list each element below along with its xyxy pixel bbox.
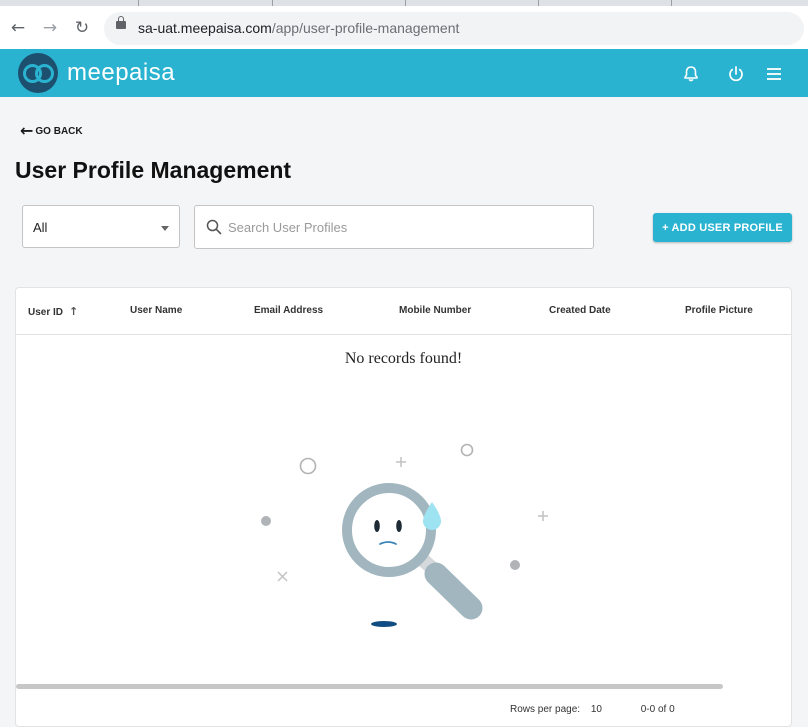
search-input[interactable] [228, 218, 578, 236]
go-back-link[interactable]: ← GO BACK [20, 121, 83, 140]
bell-icon[interactable] [681, 64, 701, 84]
table-header-row: User ID ↑ User Name Email Address Mobile … [16, 288, 791, 335]
arrow-left-icon: ← [20, 121, 34, 140]
caret-down-icon [161, 226, 169, 231]
empty-message: No records found! [344, 350, 463, 367]
rows-per-page-label: Rows per page: [510, 704, 581, 715]
search-box[interactable] [194, 205, 594, 249]
browser-toolbar: ← → ↻ sa-uat.meepaisa.com/app/user-profi… [0, 6, 808, 50]
rows-per-page-select[interactable]: 10 [591, 704, 602, 715]
pagination: Rows per page: 10 0-0 of 0 [510, 704, 675, 715]
column-header-email-address[interactable]: Email Address [254, 305, 323, 316]
no-results-illustration [261, 443, 548, 627]
address-url: sa-uat.meepaisa.com/app/user-profile-man… [138, 20, 459, 36]
back-arrow-icon[interactable]: ← [9, 19, 27, 37]
user-profiles-table: User ID ↑ User Name Email Address Mobile … [15, 287, 792, 727]
column-header-profile-picture[interactable]: Profile Picture [685, 305, 753, 316]
brand-logo-icon[interactable] [18, 53, 58, 93]
column-header-created-date[interactable]: Created Date [549, 305, 611, 316]
menu-icon[interactable] [764, 64, 784, 84]
app-header: meepaisa [0, 49, 808, 97]
column-label: User ID [28, 307, 64, 318]
address-bar[interactable]: sa-uat.meepaisa.com/app/user-profile-man… [104, 12, 804, 45]
column-header-user-name[interactable]: User Name [130, 305, 182, 316]
brand-name[interactable]: meepaisa [67, 59, 175, 87]
go-back-label: GO BACK [35, 125, 83, 137]
url-path: /app/user-profile-management [271, 20, 460, 36]
lock-icon [116, 16, 126, 29]
power-icon[interactable] [726, 64, 746, 84]
pagination-range: 0-0 of 0 [640, 704, 675, 715]
reload-icon[interactable]: ↻ [73, 19, 91, 37]
forward-arrow-icon[interactable]: → [41, 19, 59, 37]
horizontal-scrollbar[interactable] [16, 684, 723, 689]
search-icon [206, 219, 222, 235]
url-host: sa-uat.meepaisa.com [138, 20, 272, 36]
filter-selected-value: All [33, 220, 48, 235]
column-header-user-id[interactable]: User ID ↑ [28, 305, 78, 318]
filter-select[interactable]: All [22, 205, 180, 248]
add-user-profile-button[interactable]: + ADD USER PROFILE [653, 213, 792, 242]
column-header-mobile-number[interactable]: Mobile Number [399, 305, 471, 316]
page-title: User Profile Management [15, 157, 292, 183]
sort-ascending-icon[interactable]: ↑ [69, 305, 78, 318]
